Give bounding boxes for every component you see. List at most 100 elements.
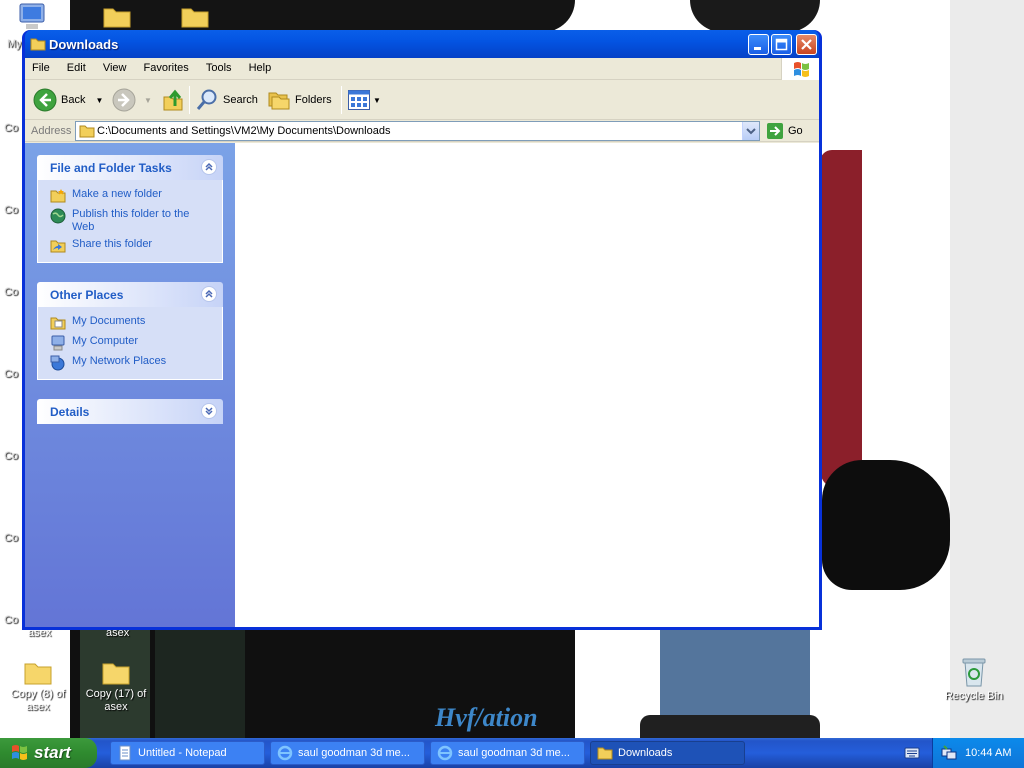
- menu-view[interactable]: View: [96, 58, 134, 74]
- taskbar-item-ie-2[interactable]: saul goodman 3d me...: [430, 741, 585, 765]
- search-button[interactable]: Search: [195, 86, 258, 114]
- system-tray: 10:44 AM: [932, 738, 1024, 768]
- address-dropdown-button[interactable]: [742, 122, 759, 140]
- double-chevron-up-icon: [205, 289, 213, 298]
- minimize-icon: [754, 47, 761, 50]
- my-computer-link[interactable]: My Computer: [50, 333, 222, 353]
- wallpaper-right: [950, 0, 1024, 738]
- wallpaper-strip: [155, 625, 245, 738]
- desktop-icon-label-cut: Co: [4, 204, 19, 216]
- taskbar-item-label: Downloads: [618, 747, 673, 759]
- close-button[interactable]: [796, 34, 817, 55]
- my-network-places-link[interactable]: My Network Places: [50, 353, 222, 373]
- desktop-icon-recycle-bin[interactable]: Recycle Bin: [936, 656, 1012, 703]
- task-pane: File and Folder Tasks Make a new folder: [25, 143, 235, 627]
- taskbar-item-notepad[interactable]: Untitled - Notepad: [110, 741, 265, 765]
- desktop-icon-copy-8-of-asex[interactable]: Copy (8) of asex: [0, 660, 76, 714]
- internet-explorer-icon: [437, 745, 453, 761]
- desktop-icon-label: Copy (8) of: [10, 688, 66, 700]
- forward-dropdown-icon: ▼: [144, 95, 152, 105]
- wallpaper-poster-art-text: Hvf/ation: [435, 703, 538, 732]
- desktop-icon-label: Recycle Bin: [944, 690, 1004, 702]
- taskbar-item-label: saul goodman 3d me...: [298, 747, 410, 759]
- taskbar-item-label: Untitled - Notepad: [138, 747, 227, 759]
- my-documents-icon: [50, 317, 66, 330]
- desktop-icon-label: Copy (17) of: [85, 688, 147, 700]
- desktop-icon-copy-17-of-asex[interactable]: Copy (17) of asex: [78, 660, 154, 714]
- back-button[interactable]: Back ▼: [33, 86, 103, 114]
- collapse-button[interactable]: [201, 286, 217, 302]
- windows-flag-icon: [794, 62, 809, 77]
- desktop-icon-label: My: [7, 38, 22, 50]
- details-panel: Details: [37, 399, 223, 424]
- explorer-window: Downloads File Edit View Favorites Tools…: [22, 30, 822, 630]
- link-label: Make a new folder: [72, 188, 162, 200]
- menu-tools[interactable]: Tools: [199, 58, 239, 74]
- desktop-icon-label-cut: Co: [4, 614, 19, 626]
- publish-to-web-link[interactable]: Publish this folder to the Web: [50, 206, 222, 236]
- file-list-area[interactable]: [235, 143, 819, 627]
- panel-title: File and Folder Tasks: [50, 161, 172, 175]
- new-folder-icon: [50, 189, 66, 203]
- collapse-button[interactable]: [201, 159, 217, 175]
- views-button[interactable]: ▼: [347, 86, 381, 114]
- link-label: Publish this folder to the Web: [72, 208, 190, 233]
- desktop-icon-label-cut: Co: [4, 122, 19, 134]
- share-folder-link[interactable]: Share this folder: [50, 236, 222, 256]
- go-button[interactable]: Go: [766, 121, 803, 141]
- desktop-icon-label-cut: Co: [4, 450, 19, 462]
- globe-icon: [50, 208, 66, 224]
- menu-help[interactable]: Help: [242, 58, 279, 74]
- wallpaper-person-head: [690, 0, 820, 32]
- wallpaper-person-shirt: [820, 150, 862, 490]
- window-title: Downloads: [49, 37, 119, 52]
- start-button[interactable]: start: [0, 738, 97, 768]
- forward-button[interactable]: ▼: [112, 86, 152, 114]
- toolbar-separator: [189, 86, 190, 114]
- taskbar: start Untitled - Notepad saul goodman 3d…: [0, 738, 1024, 768]
- expand-button[interactable]: [201, 403, 217, 419]
- details-header[interactable]: Details: [37, 399, 223, 424]
- wallpaper-poster-top: [70, 0, 575, 32]
- menu-file[interactable]: File: [25, 58, 57, 74]
- keyboard-icon[interactable]: [904, 746, 920, 760]
- chevron-down-icon: [746, 128, 756, 135]
- folder-icon[interactable]: [181, 6, 209, 28]
- windows-logo: [781, 58, 819, 80]
- title-bar[interactable]: Downloads: [25, 30, 819, 58]
- make-new-folder-link[interactable]: Make a new folder: [50, 186, 222, 206]
- folders-button[interactable]: Folders: [267, 86, 332, 114]
- close-icon: [801, 39, 812, 50]
- taskbar-item-ie-1[interactable]: saul goodman 3d me...: [270, 741, 425, 765]
- maximize-button[interactable]: [771, 34, 792, 55]
- double-chevron-up-icon: [205, 162, 213, 171]
- computer-icon: [51, 335, 65, 351]
- go-arrow-icon: [767, 123, 783, 139]
- views-dropdown-icon: ▼: [373, 95, 381, 105]
- minimize-button[interactable]: [748, 34, 769, 55]
- other-places-header[interactable]: Other Places: [37, 282, 223, 307]
- folder-icon: [30, 38, 46, 51]
- link-label: My Computer: [72, 335, 139, 347]
- clock[interactable]: 10:44 AM: [965, 747, 1011, 759]
- folder-icon: [79, 125, 95, 138]
- menu-edit[interactable]: Edit: [60, 58, 93, 74]
- back-label: Back: [61, 94, 86, 106]
- menu-favorites[interactable]: Favorites: [137, 58, 196, 74]
- folder-icon: [102, 663, 130, 685]
- network-status-icon[interactable]: [941, 745, 957, 761]
- desktop-icon-label-cut: Co: [4, 368, 19, 380]
- my-documents-link[interactable]: My Documents: [50, 313, 222, 333]
- panel-body: Make a new folder Publish this folder to…: [37, 180, 223, 263]
- taskbar-item-downloads[interactable]: Downloads: [590, 741, 745, 765]
- file-folder-tasks-header[interactable]: File and Folder Tasks: [37, 155, 223, 180]
- folder-icon[interactable]: [103, 6, 131, 28]
- wallpaper-person-shoe: [640, 715, 820, 738]
- standard-toolbar: Back ▼ ▼ Search Folders ▼: [25, 80, 819, 120]
- back-dropdown-icon[interactable]: ▼: [95, 96, 103, 105]
- folder-icon: [597, 747, 613, 760]
- windows-flag-icon: [12, 745, 27, 760]
- up-button[interactable]: [161, 86, 185, 114]
- address-input[interactable]: C:\Documents and Settings\VM2\My Documen…: [75, 121, 760, 141]
- window-client: File Edit View Favorites Tools Help Back…: [25, 58, 819, 627]
